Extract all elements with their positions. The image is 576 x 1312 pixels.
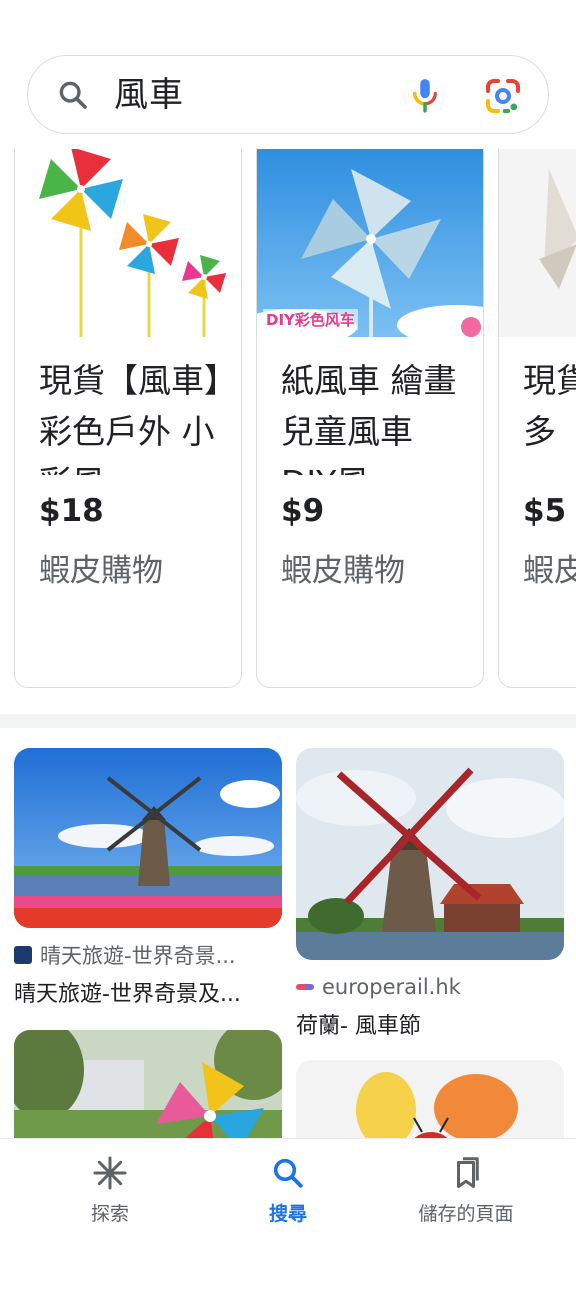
result-thumbnail[interactable]: [14, 748, 282, 928]
result-source: 晴天旅遊-世界奇景...: [40, 944, 236, 968]
product-image: DIY彩色风车: [257, 149, 483, 337]
product-card[interactable]: DIY彩色风车 紙風車 繪畫 兒童風車 DIY風 $9 蝦皮購物: [256, 148, 484, 688]
product-image-caption: DIY彩色风车: [263, 309, 358, 330]
section-divider: [0, 714, 576, 728]
source-favicon: [296, 984, 314, 990]
search-icon: [273, 1158, 303, 1188]
product-store: 蝦皮購物: [281, 553, 405, 589]
search-input[interactable]: 風車: [114, 74, 184, 116]
product-title: 紙風車 繪畫 兒童風車 DIY風: [281, 361, 457, 475]
source-favicon: [14, 946, 32, 964]
product-image: [499, 149, 576, 337]
product-price: $9: [281, 493, 325, 529]
product-title: 現貨【風車】彩色戶外 小彩風: [39, 361, 221, 475]
product-title: 現貨【風車】多: [523, 361, 576, 451]
nav-item-saved[interactable]: 儲存的頁面: [376, 1155, 556, 1226]
result-source: europerail.hk: [322, 975, 461, 999]
image-result[interactable]: 晴天旅遊-世界奇景... 晴天旅遊-世界奇景及...: [14, 748, 282, 1008]
nav-label: 搜尋: [268, 1203, 307, 1225]
bottom-navigation: 探索 搜尋 儲存的頁面: [0, 1138, 576, 1312]
mic-icon[interactable]: [406, 76, 444, 114]
product-store: 蝦皮購物: [523, 553, 576, 589]
product-card[interactable]: 現貨【風車】多 $5 蝦皮購物: [498, 148, 576, 688]
image-result[interactable]: europerail.hk 荷蘭- 風車節: [296, 748, 564, 1040]
nav-label: 儲存的頁面: [418, 1203, 514, 1225]
product-image: [15, 149, 241, 337]
search-icon: [59, 81, 87, 109]
product-price: $18: [39, 493, 104, 529]
nav-item-discover[interactable]: 探索: [20, 1155, 200, 1226]
result-thumbnail[interactable]: [296, 748, 564, 960]
product-price: $5: [523, 493, 567, 529]
google-lens-icon[interactable]: [483, 76, 523, 116]
bookmarks-icon: [457, 1157, 479, 1188]
result-title[interactable]: 荷蘭- 風車節: [296, 1008, 564, 1040]
nav-item-search[interactable]: 搜尋: [198, 1155, 378, 1226]
search-bar[interactable]: 風車: [27, 55, 549, 134]
nav-label: 探索: [90, 1203, 129, 1225]
asterisk-icon: [93, 1156, 127, 1190]
result-title[interactable]: 晴天旅遊-世界奇景及...: [14, 976, 282, 1008]
product-store: 蝦皮購物: [39, 553, 163, 589]
product-card[interactable]: 現貨【風車】彩色戶外 小彩風 $18 蝦皮購物: [14, 148, 242, 688]
shopping-carousel[interactable]: 現貨【風車】彩色戶外 小彩風 $18 蝦皮購物 DIY彩色风车 紙風車 繪畫: [0, 148, 576, 694]
